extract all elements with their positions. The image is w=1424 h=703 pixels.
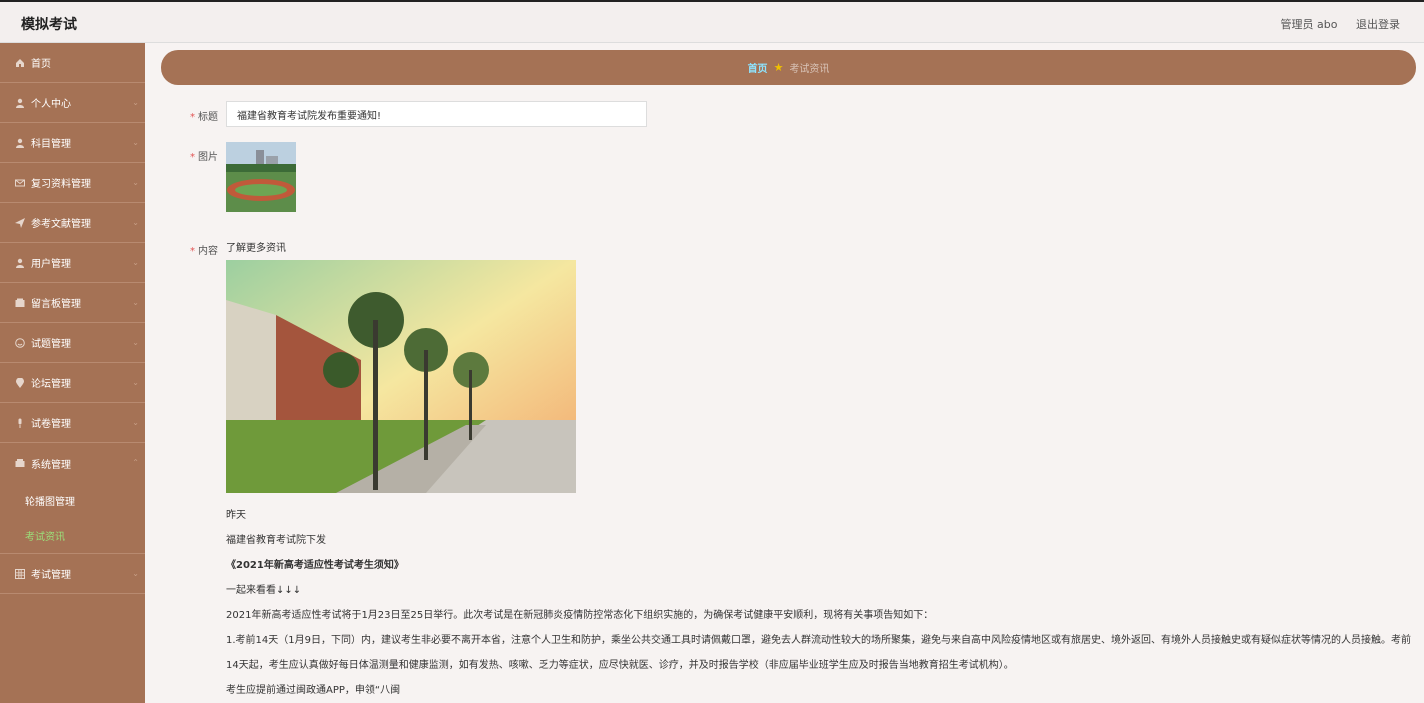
grid-icon [14,568,26,580]
sidebar-item-label: 科目管理 [31,139,71,150]
breadcrumb-current: 考试资讯 [789,64,830,75]
mail-icon [14,177,26,189]
star-icon: ★ [773,61,784,74]
content-paragraph: 一起来看看↓↓↓ [226,585,302,596]
top-header: 模拟考试 管理员 abo 退出登录 [0,0,1424,43]
sidebar-group-system: 系统管理 ⌃ 轮播图管理 考试资讯 [0,443,145,554]
logout-link[interactable]: 退出登录 [1356,18,1400,31]
content-paragraph: 昨天 [226,510,246,521]
chevron-down-icon: ⌄ [132,569,139,578]
chevron-down-icon: ⌄ [132,298,139,307]
sidebar-item-label: 个人中心 [31,99,71,110]
app-title: 模拟考试 [21,17,77,33]
header-user-area: 管理员 abo 退出登录 [1266,16,1400,32]
content-paragraph: 1.考前14天（1月9日，下同）内，建议考生非必要不离开本省，注意个人卫生和防护… [226,635,1411,671]
user-icon [14,97,26,109]
sidebar-item-label: 复习资料管理 [31,179,91,190]
user-icon [14,137,26,149]
content-intro: 了解更多资讯 [226,243,286,254]
sidebar-item-references[interactable]: 参考文献管理 ⌄ [0,203,145,243]
chevron-down-icon: ⌄ [132,338,139,347]
mic-icon [14,417,26,429]
sidebar-subitem-carousel[interactable]: 轮播图管理 [0,483,145,518]
main-content: 首页 ★ 考试资讯 * 标题 福建省教育考试院发布重要通知! * 图片 * 内容 了解… [161,50,1416,696]
sidebar-item-message-board[interactable]: 留言板管理 ⌄ [0,283,145,323]
sidebar-item-review-materials[interactable]: 复习资料管理 ⌄ [0,163,145,203]
admin-label: 管理员 abo [1280,18,1338,31]
chevron-down-icon: ⌄ [132,378,139,387]
content-paragraph: 2021年新高考适应性考试将于1月23日至25日举行。此次考试是在新冠肺炎疫情防… [226,610,934,621]
chevron-down-icon: ⌄ [132,218,139,227]
home-icon [14,57,26,69]
sidebar-item-label: 系统管理 [31,459,71,471]
content-paragraph: 福建省教育考试院下发 [226,535,326,546]
box-icon [14,457,26,469]
chevron-down-icon: ⌄ [132,178,139,187]
sidebar-item-label: 首页 [31,59,51,70]
sidebar-item-home[interactable]: 首页 [0,43,145,83]
sidebar-item-label: 试题管理 [31,339,71,350]
sidebar-item-subjects[interactable]: 科目管理 ⌄ [0,123,145,163]
sidebar: 首页 个人中心 ⌄ 科目管理 ⌄ 复习资料管理 ⌄ 参考文献管理 ⌄ 用户管理 … [0,43,145,703]
sidebar-item-users[interactable]: 用户管理 ⌄ [0,243,145,283]
sidebar-item-label: 参考文献管理 [31,219,91,230]
content-body: 了解更多资讯 昨天 福建省教育考试院下发 《2021年新高考适应性考试考生须知》… [226,242,1416,703]
campus-photo [226,260,576,493]
sidebar-item-label: 考试管理 [31,570,71,581]
thumbnail-image[interactable] [226,142,296,212]
sidebar-item-exam-management[interactable]: 考试管理 ⌄ [0,554,145,594]
breadcrumb-home[interactable]: 首页 [748,60,768,75]
sidebar-item-label: 留言板管理 [31,299,81,310]
message-icon [14,297,26,309]
location-icon [14,377,26,389]
title-field[interactable]: 福建省教育考试院发布重要通知! [226,101,647,127]
sidebar-item-label: 用户管理 [31,259,71,270]
content-paragraph: 《2021年新高考适应性考试考生须知》 [226,560,404,571]
sidebar-item-forum[interactable]: 论坛管理 ⌄ [0,363,145,403]
breadcrumb: 首页 ★ 考试资讯 [161,50,1416,85]
sidebar-item-label: 试卷管理 [31,419,71,430]
sidebar-item-questions[interactable]: 试题管理 ⌄ [0,323,145,363]
sidebar-item-label: 论坛管理 [31,379,71,390]
sidebar-item-system[interactable]: 系统管理 ⌃ [0,443,145,483]
content-paragraph: 考生应提前通过闽政通APP，申领“八闽 [226,685,401,696]
send-icon [14,217,26,229]
sidebar-item-personal-center[interactable]: 个人中心 ⌄ [0,83,145,123]
chevron-up-icon: ⌃ [132,458,139,467]
chevron-down-icon: ⌄ [132,138,139,147]
user-icon [14,257,26,269]
sidebar-subitem-exam-news[interactable]: 考试资讯 [0,518,145,553]
chevron-down-icon: ⌄ [132,98,139,107]
smile-icon [14,337,26,349]
chevron-down-icon: ⌄ [132,258,139,267]
sidebar-item-papers[interactable]: 试卷管理 ⌄ [0,403,145,443]
chevron-down-icon: ⌄ [132,418,139,427]
